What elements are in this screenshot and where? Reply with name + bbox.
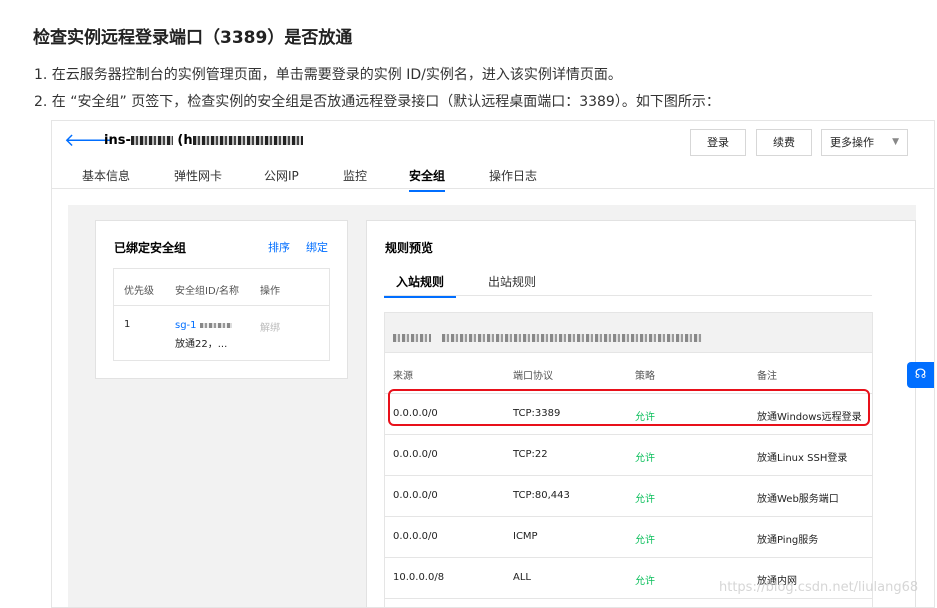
rule-source: 0.0.0.0/0 bbox=[393, 531, 438, 542]
rule-header-row: 来源 端口协议 策略 备注 bbox=[385, 353, 872, 394]
bound-sg-title: 已绑定安全组 bbox=[114, 241, 187, 255]
rule-row: 0.0.0.0/0 TCP:22 允许 放通Linux SSH登录 bbox=[385, 435, 872, 476]
detail-tabs: 基本信息 弹性网卡 公网IP 监控 安全组 操作日志 bbox=[52, 161, 934, 192]
bound-sg-panel: 已绑定安全组 排序 绑定 优先级 安全组ID/名称 操作 1 sg-1 放通22… bbox=[95, 220, 348, 379]
rule-policy: 允许 bbox=[635, 576, 655, 587]
rule-policy: 允许 bbox=[635, 535, 655, 546]
col-note: 备注 bbox=[757, 371, 777, 382]
rule-source: 0.0.0.0/0 bbox=[393, 449, 438, 460]
sort-link[interactable]: 排序 bbox=[268, 239, 290, 255]
rule-note: 放通Linux SSH登录 bbox=[757, 453, 848, 464]
sg-header-row bbox=[385, 313, 872, 353]
tab-basic-info[interactable]: 基本信息 bbox=[82, 167, 130, 184]
bound-sg-table: 优先级 安全组ID/名称 操作 1 sg-1 放通22，... 解绑 bbox=[113, 268, 330, 361]
renew-button[interactable]: 续费 bbox=[756, 129, 812, 156]
tab-outbound-rules[interactable]: 出站规则 bbox=[488, 273, 536, 290]
sg-priority: 1 bbox=[124, 319, 131, 330]
support-float-button[interactable]: ☊ bbox=[907, 362, 934, 388]
col-priority: 优先级 bbox=[124, 286, 154, 297]
tab-monitoring[interactable]: 监控 bbox=[343, 167, 367, 184]
rule-note: 放通Ping服务 bbox=[757, 535, 819, 546]
rule-port: ALL bbox=[513, 572, 531, 583]
step-list: 1. 在云服务器控制台的实例管理页面，单击需要登录的实例 ID/实例名，进入该实… bbox=[34, 62, 720, 116]
more-actions-label: 更多操作 bbox=[830, 136, 874, 149]
rule-source: 10.0.0.0/8 bbox=[393, 572, 445, 583]
rule-port: ICMP bbox=[513, 531, 538, 542]
console-screenshot: 🡐 ins- (h 登录 续费 更多操作 ▼ 基本信息 弹性网卡 公网IP 监控… bbox=[51, 120, 935, 608]
rule-row: 0.0.0.0/0 ICMP 允许 放通Ping服务 bbox=[385, 517, 872, 558]
tab-content: 已绑定安全组 排序 绑定 优先级 安全组ID/名称 操作 1 sg-1 放通22… bbox=[68, 205, 916, 607]
rule-row: 0.0.0.0/0 TCP:80,443 允许 放通Web服务端口 bbox=[385, 476, 872, 517]
col-policy: 策略 bbox=[635, 371, 655, 382]
watermark: https://blog.csdn.net/liulang68 bbox=[719, 580, 919, 595]
rdp-rule-highlight bbox=[388, 389, 870, 426]
tab-operation-log[interactable]: 操作日志 bbox=[489, 167, 537, 184]
login-button[interactable]: 登录 bbox=[690, 129, 746, 156]
rule-preview-panel: 规则预览 入站规则 出站规则 来源 端口协议 策略 备注 0.0.0.0/0 T… bbox=[366, 220, 916, 607]
caret-down-icon: ▼ bbox=[892, 137, 899, 147]
tab-eni[interactable]: 弹性网卡 bbox=[174, 167, 222, 184]
headset-icon: ☊ bbox=[914, 367, 927, 382]
rule-policy: 允许 bbox=[635, 494, 655, 505]
col-source: 来源 bbox=[393, 371, 413, 382]
step-1: 1. 在云服务器控制台的实例管理页面，单击需要登录的实例 ID/实例名，进入该实… bbox=[34, 67, 622, 83]
col-port-protocol: 端口协议 bbox=[513, 371, 553, 382]
more-actions-dropdown[interactable]: 更多操作 ▼ bbox=[821, 129, 908, 156]
rule-source: 0.0.0.0/0 bbox=[393, 490, 438, 501]
unbind-link[interactable]: 解绑 bbox=[260, 319, 280, 334]
article-heading: 检查实例远程登录端口（3389）是否放通 bbox=[33, 28, 353, 48]
divider bbox=[384, 295, 872, 296]
col-action: 操作 bbox=[260, 286, 280, 297]
sg-header-redacted bbox=[393, 327, 703, 346]
rule-preview-title: 规则预览 bbox=[385, 241, 434, 255]
sg-id-link[interactable]: sg-1 bbox=[175, 320, 197, 331]
divider bbox=[114, 305, 329, 306]
rule-policy: 允许 bbox=[635, 453, 655, 464]
rule-note: 放通Web服务端口 bbox=[757, 494, 839, 505]
tab-security-group[interactable]: 安全组 bbox=[409, 167, 446, 192]
instance-header: 🡐 ins- (h 登录 续费 更多操作 ▼ bbox=[52, 121, 934, 161]
inbound-rule-table: 来源 端口协议 策略 备注 0.0.0.0/0 TCP:3389 允许 放通Wi… bbox=[384, 312, 873, 607]
sg-name: 放通22，... bbox=[175, 339, 228, 350]
instance-title: ins- (h bbox=[104, 133, 303, 148]
sg-id-cell[interactable]: sg-1 bbox=[175, 320, 232, 331]
rule-port: TCP:22 bbox=[513, 449, 548, 460]
col-sg-id-name: 安全组ID/名称 bbox=[175, 286, 240, 297]
rule-port: TCP:80,443 bbox=[513, 490, 570, 501]
step-2: 2. 在 “安全组” 页签下，检查实例的安全组是否放通远程登录接口（默认远程桌面… bbox=[34, 94, 720, 110]
bind-link[interactable]: 绑定 bbox=[306, 239, 328, 255]
tab-public-ip[interactable]: 公网IP bbox=[264, 167, 299, 184]
